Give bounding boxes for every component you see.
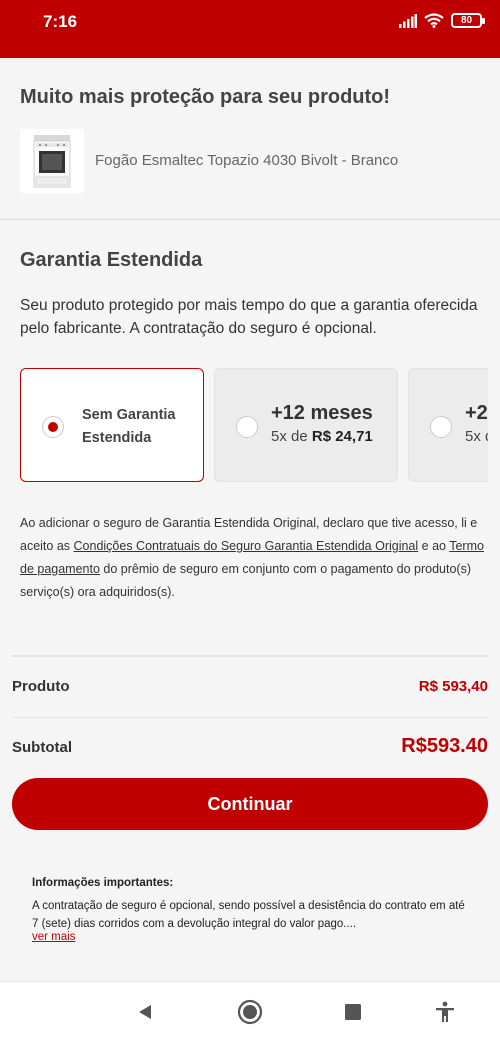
- status-bar: 7:16 80: [0, 0, 500, 58]
- accessibility-icon: [436, 1001, 454, 1022]
- subtotal-label: Subtotal: [12, 739, 72, 756]
- status-time: 7:16: [43, 12, 78, 31]
- installments-prefix: 5x de: [271, 428, 312, 445]
- option-title: +24 meses: [465, 402, 488, 424]
- divider: [0, 219, 500, 220]
- wifi-icon: [424, 13, 444, 28]
- warranty-title: Garantia Estendida: [20, 249, 203, 271]
- navigation-bar: [0, 981, 500, 1041]
- info-title: Informações importantes:: [32, 877, 174, 889]
- signal-icon: [399, 13, 417, 28]
- battery-icon: 80: [451, 13, 485, 28]
- legal-text-part: e ao: [418, 539, 450, 553]
- see-more-link[interactable]: ver mais: [32, 931, 75, 943]
- recents-icon: [345, 1004, 361, 1020]
- radio-icon[interactable]: [236, 416, 258, 438]
- option-label: Sem Garantia Estendida: [82, 407, 176, 446]
- product-image: [20, 129, 84, 193]
- home-icon: [237, 999, 263, 1025]
- status-icons: 80: [399, 13, 485, 28]
- divider: [12, 717, 488, 718]
- option-installments: 5x de: [465, 428, 488, 445]
- option-24-months[interactable]: +24 meses 5x de: [408, 368, 488, 482]
- option-12-months[interactable]: +12 meses 5x de R$ 24,71: [214, 368, 398, 482]
- home-button[interactable]: [225, 982, 275, 1041]
- installment-value: R$ 24,71: [311, 428, 373, 445]
- legal-text: Ao adicionar o seguro de Garantia Estend…: [20, 512, 485, 604]
- back-icon: [139, 1005, 151, 1019]
- radio-selected-icon[interactable]: [42, 416, 64, 438]
- warranty-options: Sem Garantia Estendida +12 meses 5x de R…: [20, 368, 488, 484]
- radio-icon[interactable]: [430, 416, 452, 438]
- accessibility-button[interactable]: [420, 982, 470, 1041]
- battery-level: 80: [460, 15, 473, 26]
- product-name: Fogão Esmaltec Topazio 4030 Bivolt - Bra…: [95, 152, 399, 169]
- stove-icon: [33, 135, 71, 188]
- option-no-warranty[interactable]: Sem Garantia Estendida: [20, 368, 204, 482]
- contract-conditions-link[interactable]: Condições Contratuais do Seguro Garantia…: [74, 539, 419, 553]
- divider: [12, 655, 488, 657]
- info-text: A contratação de seguro é opcional, send…: [32, 900, 465, 930]
- recents-button[interactable]: [328, 982, 378, 1041]
- option-installments: 5x de R$ 24,71: [271, 428, 373, 445]
- promo-title: Muito mais proteção para seu produto!: [20, 86, 391, 108]
- warranty-description: Seu produto protegido por mais tempo do …: [20, 297, 478, 337]
- product-price: R$ 593,40: [418, 678, 488, 695]
- subtotal-value: R$593.40: [401, 735, 488, 757]
- product-label: Produto: [12, 678, 70, 695]
- continue-button[interactable]: Continuar: [12, 778, 488, 830]
- back-button[interactable]: [120, 982, 170, 1041]
- option-title: +12 meses: [271, 402, 373, 424]
